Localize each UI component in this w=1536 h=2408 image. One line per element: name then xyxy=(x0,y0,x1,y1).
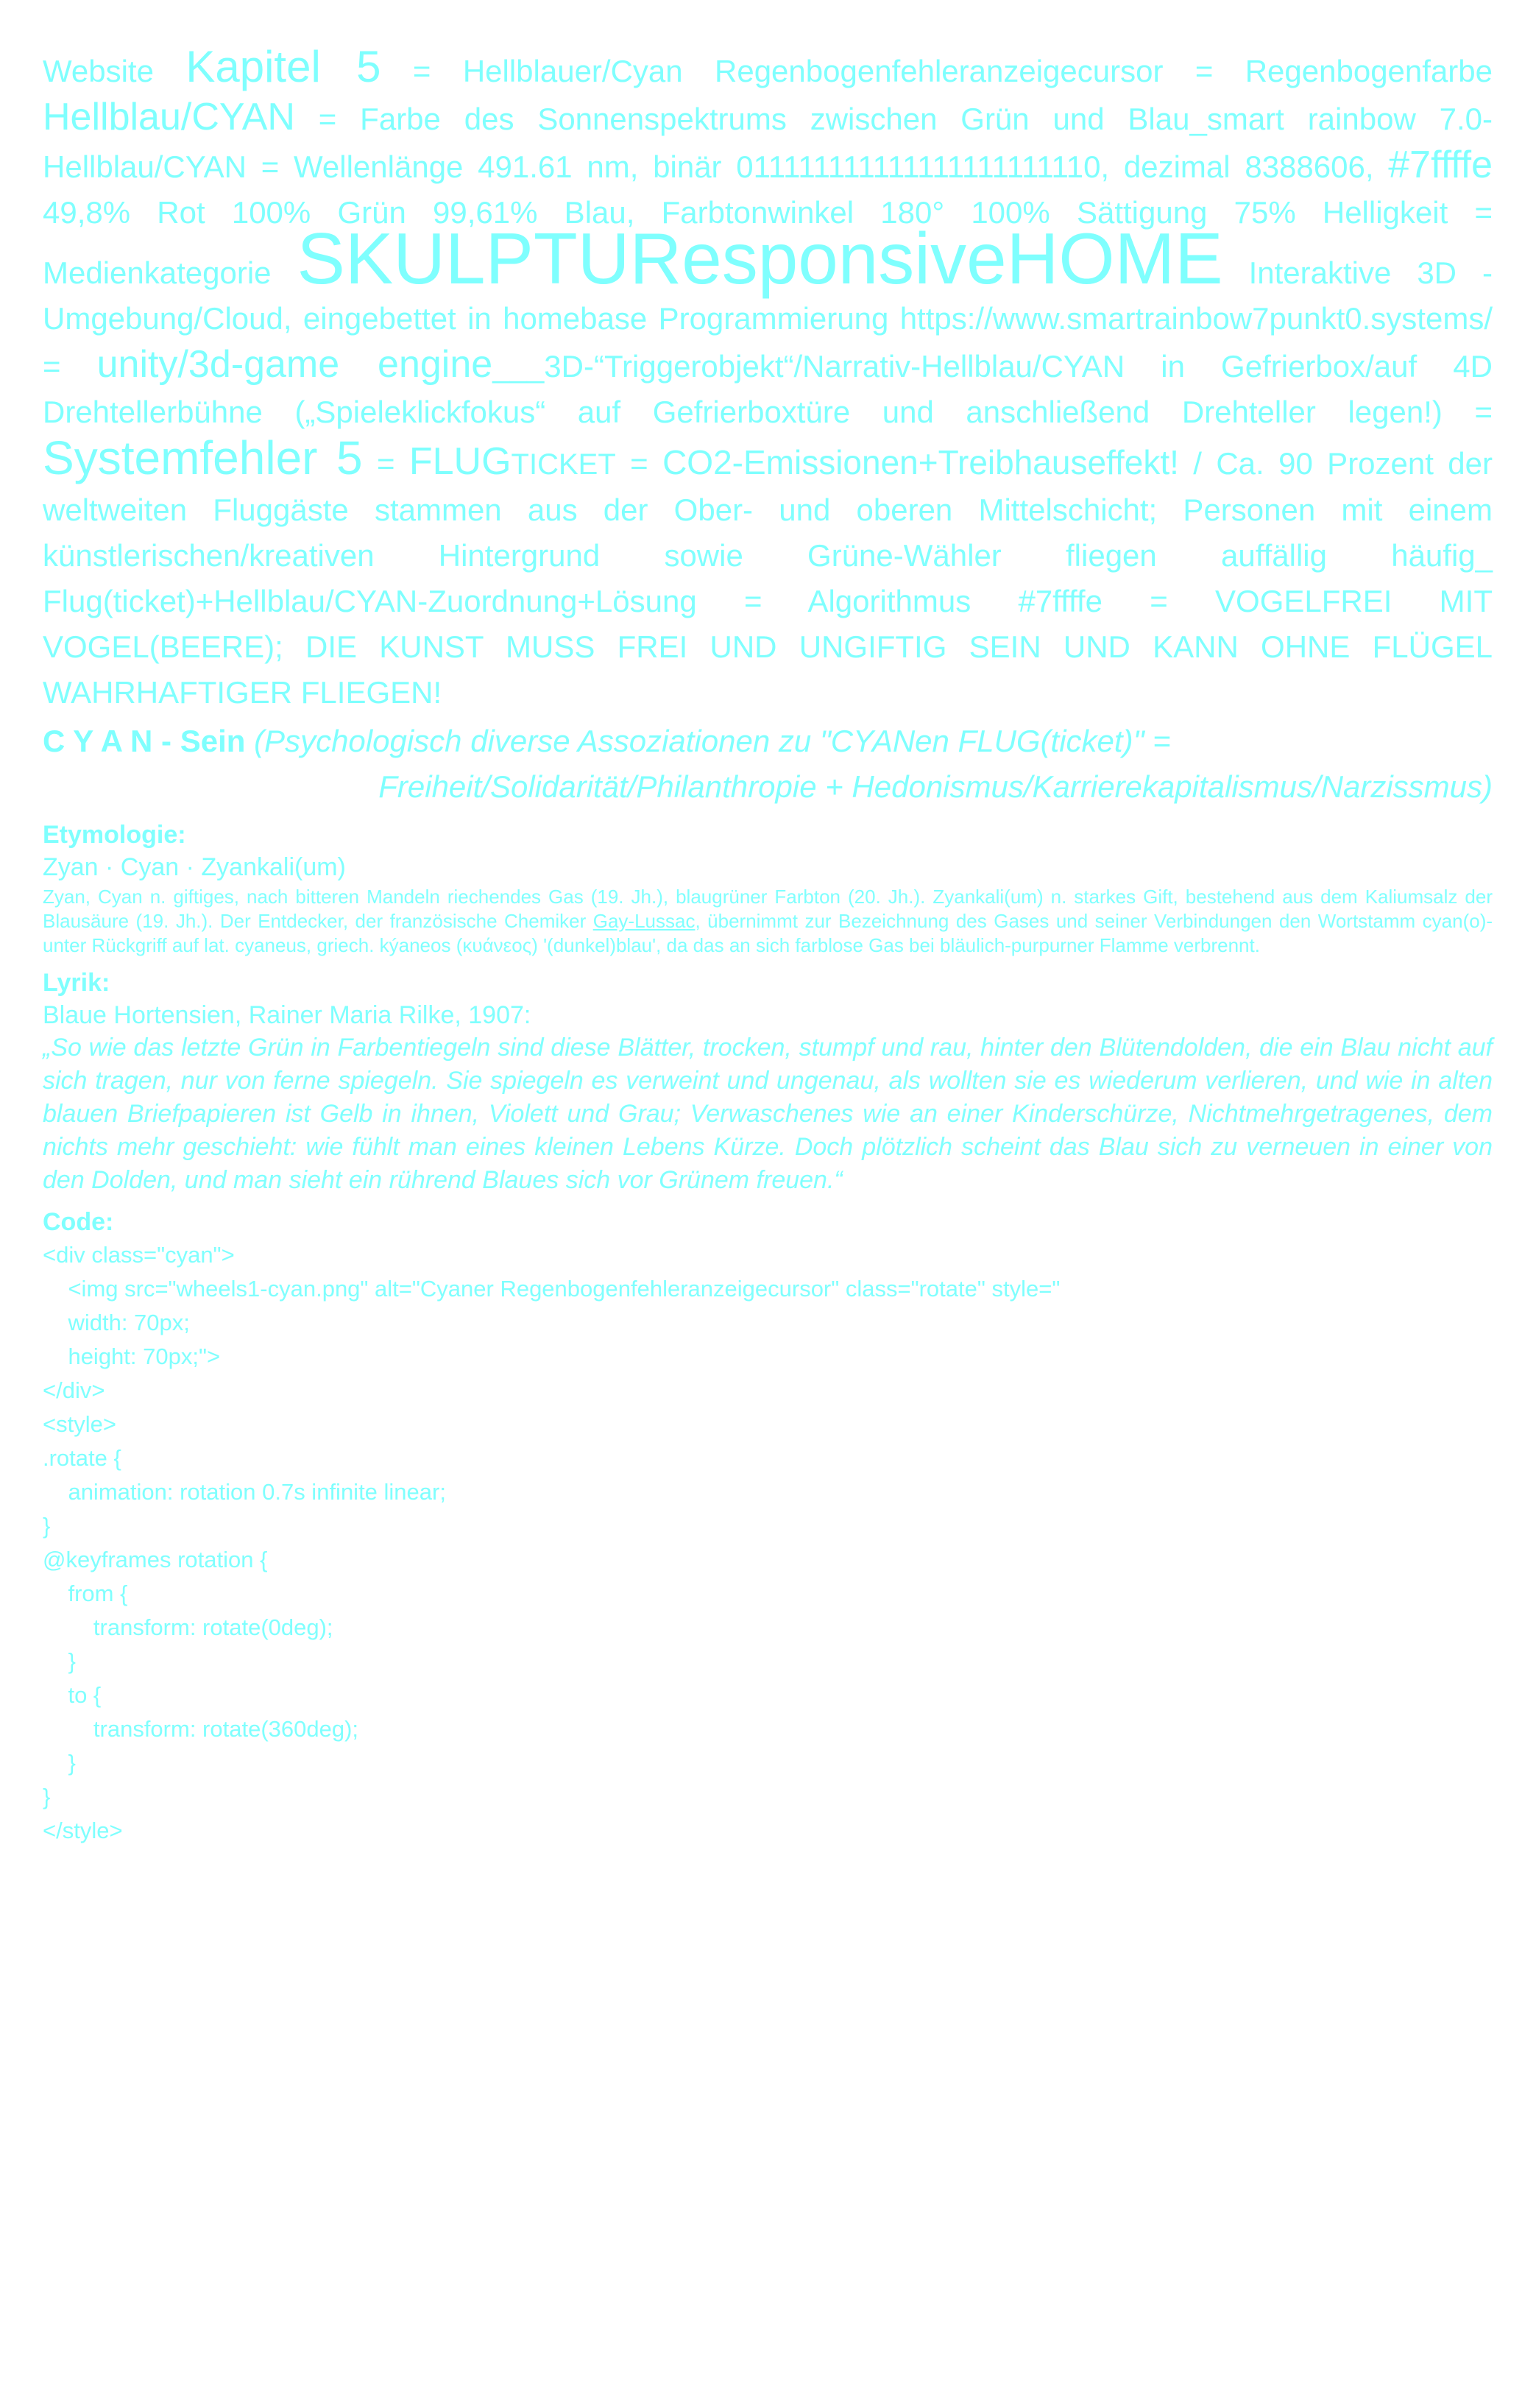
etymology-heading: Etymologie: xyxy=(43,821,186,849)
etymology-text: Zyan, Cyan n. giftiges, nach bitteren Ma… xyxy=(43,885,1493,958)
code-line: } xyxy=(43,1750,76,1776)
intro-equals-2: = xyxy=(615,446,663,481)
code-line: from { xyxy=(43,1581,128,1606)
code-line: @keyframes rotation { xyxy=(43,1547,268,1572)
code-line: .rotate { xyxy=(43,1445,121,1471)
code-line: <img src="wheels1-cyan.png" alt="Cyaner … xyxy=(43,1276,1061,1302)
code-line: </div> xyxy=(43,1377,105,1403)
cyan-sein-subtitle: (Psychologisch diverse Assoziationen zu … xyxy=(245,724,1171,758)
cyan-sein-associations: Freiheit/Solidarität/Philanthropie + Hed… xyxy=(378,769,1493,804)
media-category-title: SKULPTUResponsiveHOME xyxy=(297,218,1223,299)
ticket-word: TICKET xyxy=(511,448,616,481)
hex-code: #7ffffe xyxy=(1388,144,1493,186)
code-line: } xyxy=(43,1648,76,1674)
gay-lussac-link[interactable]: Gay-Lussac xyxy=(593,910,696,932)
code-line: to { xyxy=(43,1682,102,1708)
cyan-sein-title: C Y A N - Sein xyxy=(43,724,246,758)
code-line: width: 70px; xyxy=(43,1310,190,1335)
code-block: <div class="cyan"> <img src="wheels1-cya… xyxy=(43,1238,1493,1848)
code-line: animation: rotation 0.7s infinite linear… xyxy=(43,1479,446,1505)
code-line: } xyxy=(43,1513,51,1539)
code-line: height: 70px;"> xyxy=(43,1344,221,1369)
intro-paragraph: Website Kapitel 5 = Hellblauer/Cyan Rege… xyxy=(43,44,1493,716)
etymology-terms: Zyan · Cyan · Zyankali(um) xyxy=(43,853,346,881)
document-page: Website Kapitel 5 = Hellblauer/Cyan Rege… xyxy=(43,44,1493,1848)
chapter-title: Kapitel 5 xyxy=(185,42,381,91)
color-name: Hellblau/CYAN xyxy=(43,96,295,138)
system-error-title: Systemfehler 5 xyxy=(43,431,363,484)
engine-name: unity/3d-game engine xyxy=(96,343,493,386)
code-line: } xyxy=(43,1784,51,1809)
co2-phrase: CO2-Emissionen+Treibhauseffekt! xyxy=(662,443,1179,481)
cyan-sein-line: C Y A N - Sein (Psychologisch diverse As… xyxy=(43,718,1493,764)
flug-word: FLUG xyxy=(408,440,512,483)
lyric-poem: „So wie das letzte Grün in Farbentiegeln… xyxy=(43,1034,1493,1194)
code-line: <style> xyxy=(43,1411,116,1437)
code-line: transform: rotate(0deg); xyxy=(43,1614,333,1640)
intro-equals-1: = xyxy=(362,446,409,481)
intro-conclusion: / Ca. 90 Prozent der weltweiten Fluggäst… xyxy=(43,446,1493,710)
lyric-heading: Lyrik: xyxy=(43,969,110,997)
code-line: transform: rotate(360deg); xyxy=(43,1716,359,1742)
lyric-source: Blaue Hortensien, Rainer Maria Rilke, 19… xyxy=(43,1001,531,1029)
code-heading: Code: xyxy=(43,1208,114,1236)
intro-website: Website xyxy=(43,54,186,88)
code-line: <div class="cyan"> xyxy=(43,1242,235,1268)
intro-cursor-text: = Hellblauer/Cyan Regenbogenfehleranzeig… xyxy=(381,54,1493,88)
code-line: </style> xyxy=(43,1818,123,1843)
